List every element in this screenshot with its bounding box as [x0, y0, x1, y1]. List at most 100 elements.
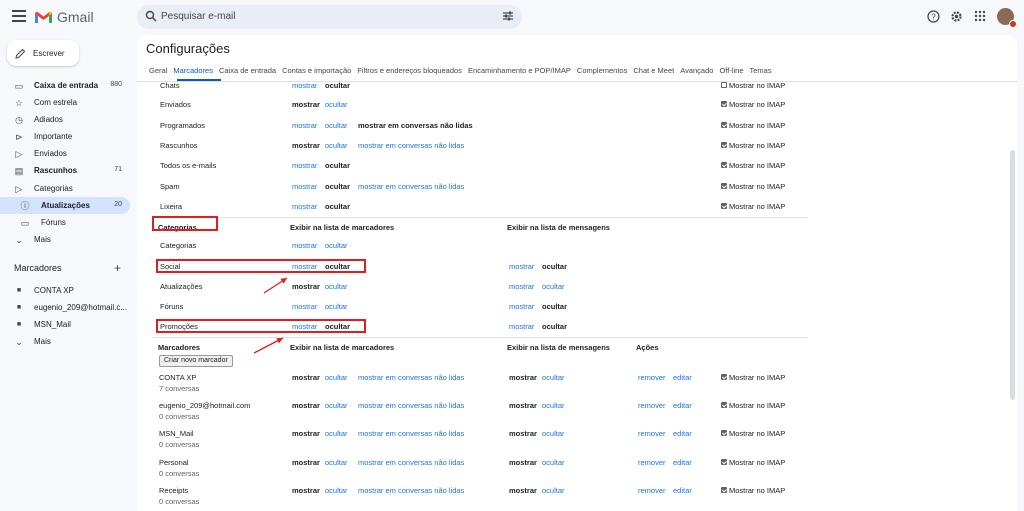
remove-label-link[interactable]: remover [638, 373, 666, 382]
hide-link[interactable]: ocultar [325, 100, 348, 109]
sidebar-item[interactable]: ⓘ Atualizações 20 [0, 197, 130, 214]
edit-label-link[interactable]: editar [673, 429, 692, 438]
imap-checkbox[interactable] [721, 122, 727, 128]
message-list-show-link[interactable]: mostrar [509, 458, 537, 467]
message-list-hide-link[interactable]: ocultar [542, 302, 567, 311]
tab[interactable]: Temas [750, 66, 772, 78]
message-list-show-link[interactable]: mostrar [509, 401, 537, 410]
show-link[interactable]: mostrar [292, 161, 317, 170]
show-unread-link[interactable]: mostrar em conversas não lidas [358, 429, 464, 438]
message-list-hide-link[interactable]: ocultar [542, 458, 565, 467]
show-link[interactable]: mostrar [292, 458, 320, 467]
show-unread-link[interactable]: mostrar em conversas não lidas [358, 458, 464, 467]
compose-button[interactable]: Escrever [7, 40, 79, 66]
search-options-icon[interactable] [502, 10, 514, 22]
settings-icon[interactable] [950, 10, 963, 23]
search-input[interactable]: Pesquisar e-mail [161, 11, 235, 22]
sidebar-item[interactable]: ▭ Caixa de entrada 880 [0, 77, 130, 94]
hide-link[interactable]: ocultar [325, 202, 350, 211]
message-list-show-link[interactable]: mostrar [509, 302, 534, 311]
hide-link[interactable]: ocultar [325, 241, 348, 250]
imap-checkbox[interactable] [721, 101, 727, 107]
sidebar-item[interactable]: ▷ Categorias [0, 180, 130, 197]
tab[interactable]: Geral [149, 66, 167, 78]
edit-label-link[interactable]: editar [673, 373, 692, 382]
hide-link[interactable]: ocultar [325, 141, 348, 150]
show-link[interactable]: mostrar [292, 100, 320, 109]
imap-checkbox[interactable] [721, 487, 727, 493]
hide-link[interactable]: ocultar [325, 161, 350, 170]
imap-checkbox[interactable] [721, 459, 727, 465]
sidebar-item[interactable]: ⊳ Importante [0, 128, 130, 145]
message-list-show-link[interactable]: mostrar [509, 322, 534, 331]
sidebar-label-item[interactable]: ⌄ Mais [0, 333, 130, 350]
sidebar-item[interactable]: ⌄ Mais [0, 231, 130, 248]
imap-checkbox[interactable] [721, 203, 727, 209]
apps-icon[interactable] [974, 10, 986, 22]
message-list-hide-link[interactable]: ocultar [542, 486, 565, 495]
message-list-hide-link[interactable]: ocultar [542, 322, 567, 331]
hide-link[interactable]: ocultar [325, 282, 348, 291]
hide-link[interactable]: ocultar [325, 373, 348, 382]
imap-checkbox[interactable] [721, 142, 727, 148]
scrollbar[interactable] [1010, 150, 1015, 400]
avatar[interactable] [997, 8, 1017, 28]
show-link[interactable]: mostrar [292, 121, 317, 130]
sidebar-label-item[interactable]: ■ CONTA XP [0, 282, 130, 299]
show-link[interactable]: mostrar [292, 202, 317, 211]
message-list-show-link[interactable]: mostrar [509, 282, 534, 291]
sidebar-item[interactable]: ▭ Fóruns [0, 214, 130, 231]
show-unread-link[interactable]: mostrar em conversas não lidas [358, 121, 473, 130]
imap-checkbox[interactable] [721, 82, 727, 88]
show-link[interactable]: mostrar [292, 182, 317, 191]
tab[interactable]: Contas e importação [282, 66, 351, 78]
tab[interactable]: Off-line [719, 66, 743, 78]
show-link[interactable]: mostrar [292, 141, 320, 150]
tab[interactable]: Marcadores [173, 66, 213, 78]
message-list-show-link[interactable]: mostrar [509, 262, 534, 271]
message-list-hide-link[interactable]: ocultar [542, 373, 565, 382]
hide-link[interactable]: ocultar [325, 81, 350, 90]
message-list-show-link[interactable]: mostrar [509, 429, 537, 438]
message-list-hide-link[interactable]: ocultar [542, 429, 565, 438]
tab[interactable]: Caixa de entrada [219, 66, 276, 78]
remove-label-link[interactable]: remover [638, 458, 666, 467]
edit-label-link[interactable]: editar [673, 458, 692, 467]
add-label-icon[interactable]: + [114, 261, 121, 275]
tab[interactable]: Complementos [577, 66, 627, 78]
hide-link[interactable]: ocultar [325, 458, 348, 467]
imap-checkbox[interactable] [721, 430, 727, 436]
message-list-hide-link[interactable]: ocultar [542, 282, 565, 291]
hide-link[interactable]: ocultar [325, 182, 350, 191]
remove-label-link[interactable]: remover [638, 486, 666, 495]
show-unread-link[interactable]: mostrar em conversas não lidas [358, 486, 464, 495]
tab[interactable]: Avançado [680, 66, 713, 78]
hide-link[interactable]: ocultar [325, 302, 348, 311]
show-unread-link[interactable]: mostrar em conversas não lidas [358, 373, 464, 382]
show-link[interactable]: mostrar [292, 302, 317, 311]
message-list-hide-link[interactable]: ocultar [542, 262, 567, 271]
sidebar-label-item[interactable]: ■ MSN_Mail [0, 316, 130, 333]
show-link[interactable]: mostrar [292, 81, 317, 90]
show-link[interactable]: mostrar [292, 241, 317, 250]
message-list-show-link[interactable]: mostrar [509, 486, 537, 495]
tab[interactable]: Chat e Meet [633, 66, 674, 78]
show-link[interactable]: mostrar [292, 401, 320, 410]
hide-link[interactable]: ocultar [325, 429, 348, 438]
edit-label-link[interactable]: editar [673, 401, 692, 410]
show-unread-link[interactable]: mostrar em conversas não lidas [358, 141, 464, 150]
hide-link[interactable]: ocultar [325, 121, 348, 130]
show-unread-link[interactable]: mostrar em conversas não lidas [358, 401, 464, 410]
gmail-logo[interactable]: Gmail [34, 9, 94, 25]
remove-label-link[interactable]: remover [638, 429, 666, 438]
show-link[interactable]: mostrar [292, 282, 320, 291]
help-icon[interactable]: ? [927, 10, 940, 23]
imap-checkbox[interactable] [721, 162, 727, 168]
imap-checkbox[interactable] [721, 183, 727, 189]
tab[interactable]: Filtros e endereços bloqueados [357, 66, 462, 78]
search-icon[interactable] [145, 10, 157, 22]
remove-label-link[interactable]: remover [638, 401, 666, 410]
show-link[interactable]: mostrar [292, 486, 320, 495]
message-list-hide-link[interactable]: ocultar [542, 401, 565, 410]
sidebar-item[interactable]: ▷ Enviados [0, 145, 130, 162]
